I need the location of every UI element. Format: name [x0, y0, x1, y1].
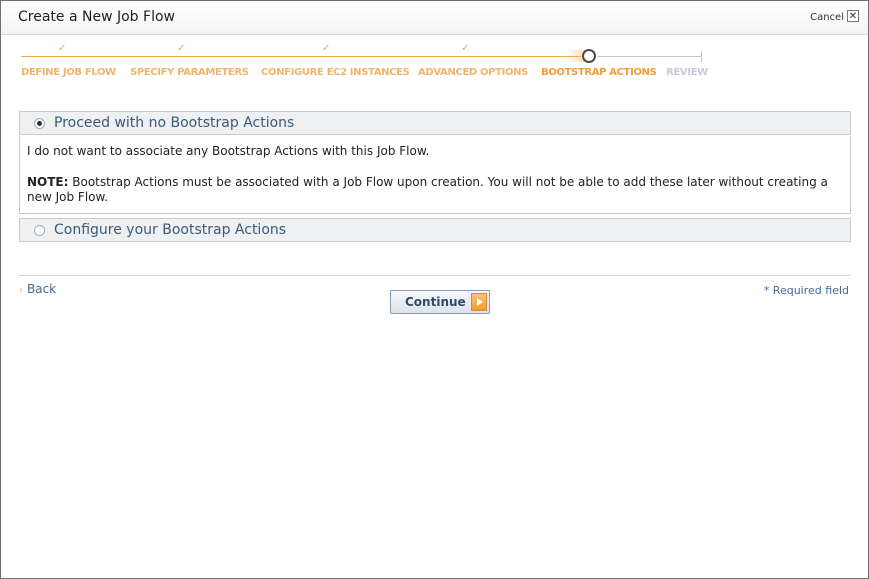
- continue-button[interactable]: Continue: [390, 290, 490, 314]
- note-label: NOTE:: [27, 175, 69, 189]
- dialog-title: Create a New Job Flow: [18, 9, 175, 25]
- progress-track-remaining: [597, 56, 701, 57]
- step-complete-check-icon: ✓: [58, 43, 67, 54]
- arrow-right-icon[interactable]: [471, 293, 487, 311]
- note-paragraph: NOTE: Bootstrap Actions must be associat…: [27, 175, 837, 205]
- step-define-job-flow: DEFINE JOB FLOW: [21, 67, 116, 78]
- step-advanced-options: ADVANCED OPTIONS: [418, 67, 529, 78]
- cancel-link[interactable]: Cancel: [810, 12, 844, 23]
- option-no-bootstrap-actions[interactable]: Proceed with no Bootstrap Actions: [19, 111, 851, 135]
- option-no-bootstrap-actions-label[interactable]: Proceed with no Bootstrap Actions: [54, 115, 294, 131]
- progress-track-completed: [21, 56, 581, 57]
- chevron-left-icon: ‹: [19, 285, 23, 296]
- dialog-titlebar: Create a New Job Flow Cancel ✕: [1, 1, 868, 35]
- job-flow-dialog: Create a New Job Flow Cancel ✕ ✓ ✓ ✓ ✓ D…: [0, 0, 869, 579]
- current-step-indicator-icon: [582, 49, 596, 63]
- back-label[interactable]: Back: [27, 282, 56, 296]
- radio-configure-bootstrap-actions[interactable]: [34, 225, 45, 236]
- footer-divider: [19, 275, 851, 276]
- progress-track-end: [701, 51, 702, 62]
- continue-button-label[interactable]: Continue: [405, 295, 466, 309]
- step-configure-ec2-instances: CONFIGURE EC2 INSTANCES: [261, 67, 410, 78]
- option-configure-bootstrap-actions[interactable]: Configure your Bootstrap Actions: [19, 218, 851, 242]
- close-icon[interactable]: ✕: [847, 10, 859, 22]
- note-text: Bootstrap Actions must be associated wit…: [27, 175, 828, 204]
- option-configure-bootstrap-actions-label[interactable]: Configure your Bootstrap Actions: [54, 222, 286, 238]
- step-bootstrap-actions: BOOTSTRAP ACTIONS: [541, 67, 657, 78]
- radio-no-bootstrap-actions[interactable]: [34, 118, 45, 129]
- step-complete-check-icon: ✓: [322, 43, 331, 54]
- option-description: I do not want to associate any Bootstrap…: [27, 144, 430, 158]
- option-no-bootstrap-details: I do not want to associate any Bootstrap…: [19, 136, 851, 214]
- step-complete-check-icon: ✓: [177, 43, 186, 54]
- step-review: REVIEW: [666, 67, 708, 78]
- wizard-progress: ✓ ✓ ✓ ✓ DEFINE JOB FLOW SPECIFY PARAMETE…: [1, 41, 869, 86]
- required-field-note: * Required field: [763, 284, 849, 297]
- step-specify-parameters: SPECIFY PARAMETERS: [130, 67, 249, 78]
- back-link[interactable]: ‹ Back: [19, 282, 56, 296]
- step-complete-check-icon: ✓: [461, 43, 470, 54]
